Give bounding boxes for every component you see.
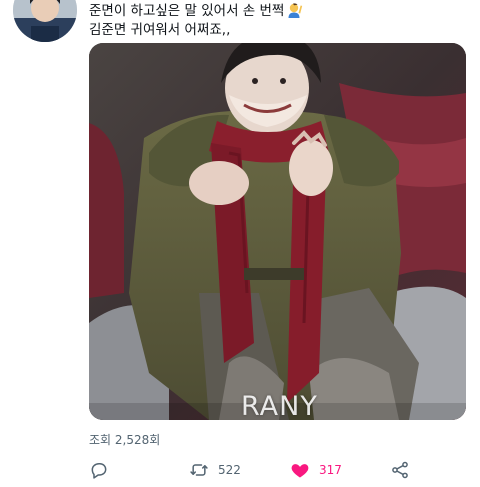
share-button[interactable]	[390, 458, 410, 482]
tweet-text-line-1: 준면이 하고싶은 말 있어서 손 번쩍	[89, 2, 469, 21]
retweet-arrows-icon	[189, 460, 209, 480]
speech-bubble-icon	[89, 460, 109, 480]
like-count: 317	[319, 463, 342, 477]
tweet-media-image[interactable]: RANY	[89, 43, 466, 420]
avatar-image	[13, 0, 77, 42]
reply-button[interactable]	[89, 458, 109, 482]
view-count: 조회 2,528회	[89, 433, 161, 447]
person-raising-hand-emoji	[287, 2, 303, 18]
retweet-count: 522	[218, 463, 241, 477]
share-nodes-icon	[390, 460, 410, 480]
media-watermark: RANY	[241, 391, 318, 420]
avatar[interactable]	[13, 0, 77, 42]
like-button[interactable]: 317	[290, 458, 342, 482]
tweet-text: 준면이 하고싶은 말 있어서 손 번쩍 김준면 귀여워서 어쩌죠,,	[89, 2, 469, 40]
tweet-text-line-2: 김준면 귀여워서 어쩌죠,,	[89, 22, 231, 38]
heart-filled-icon	[290, 460, 310, 480]
tweet-actions-bar: 522 317	[89, 458, 419, 482]
retweet-button[interactable]: 522	[189, 458, 241, 482]
media-photo	[89, 43, 466, 420]
